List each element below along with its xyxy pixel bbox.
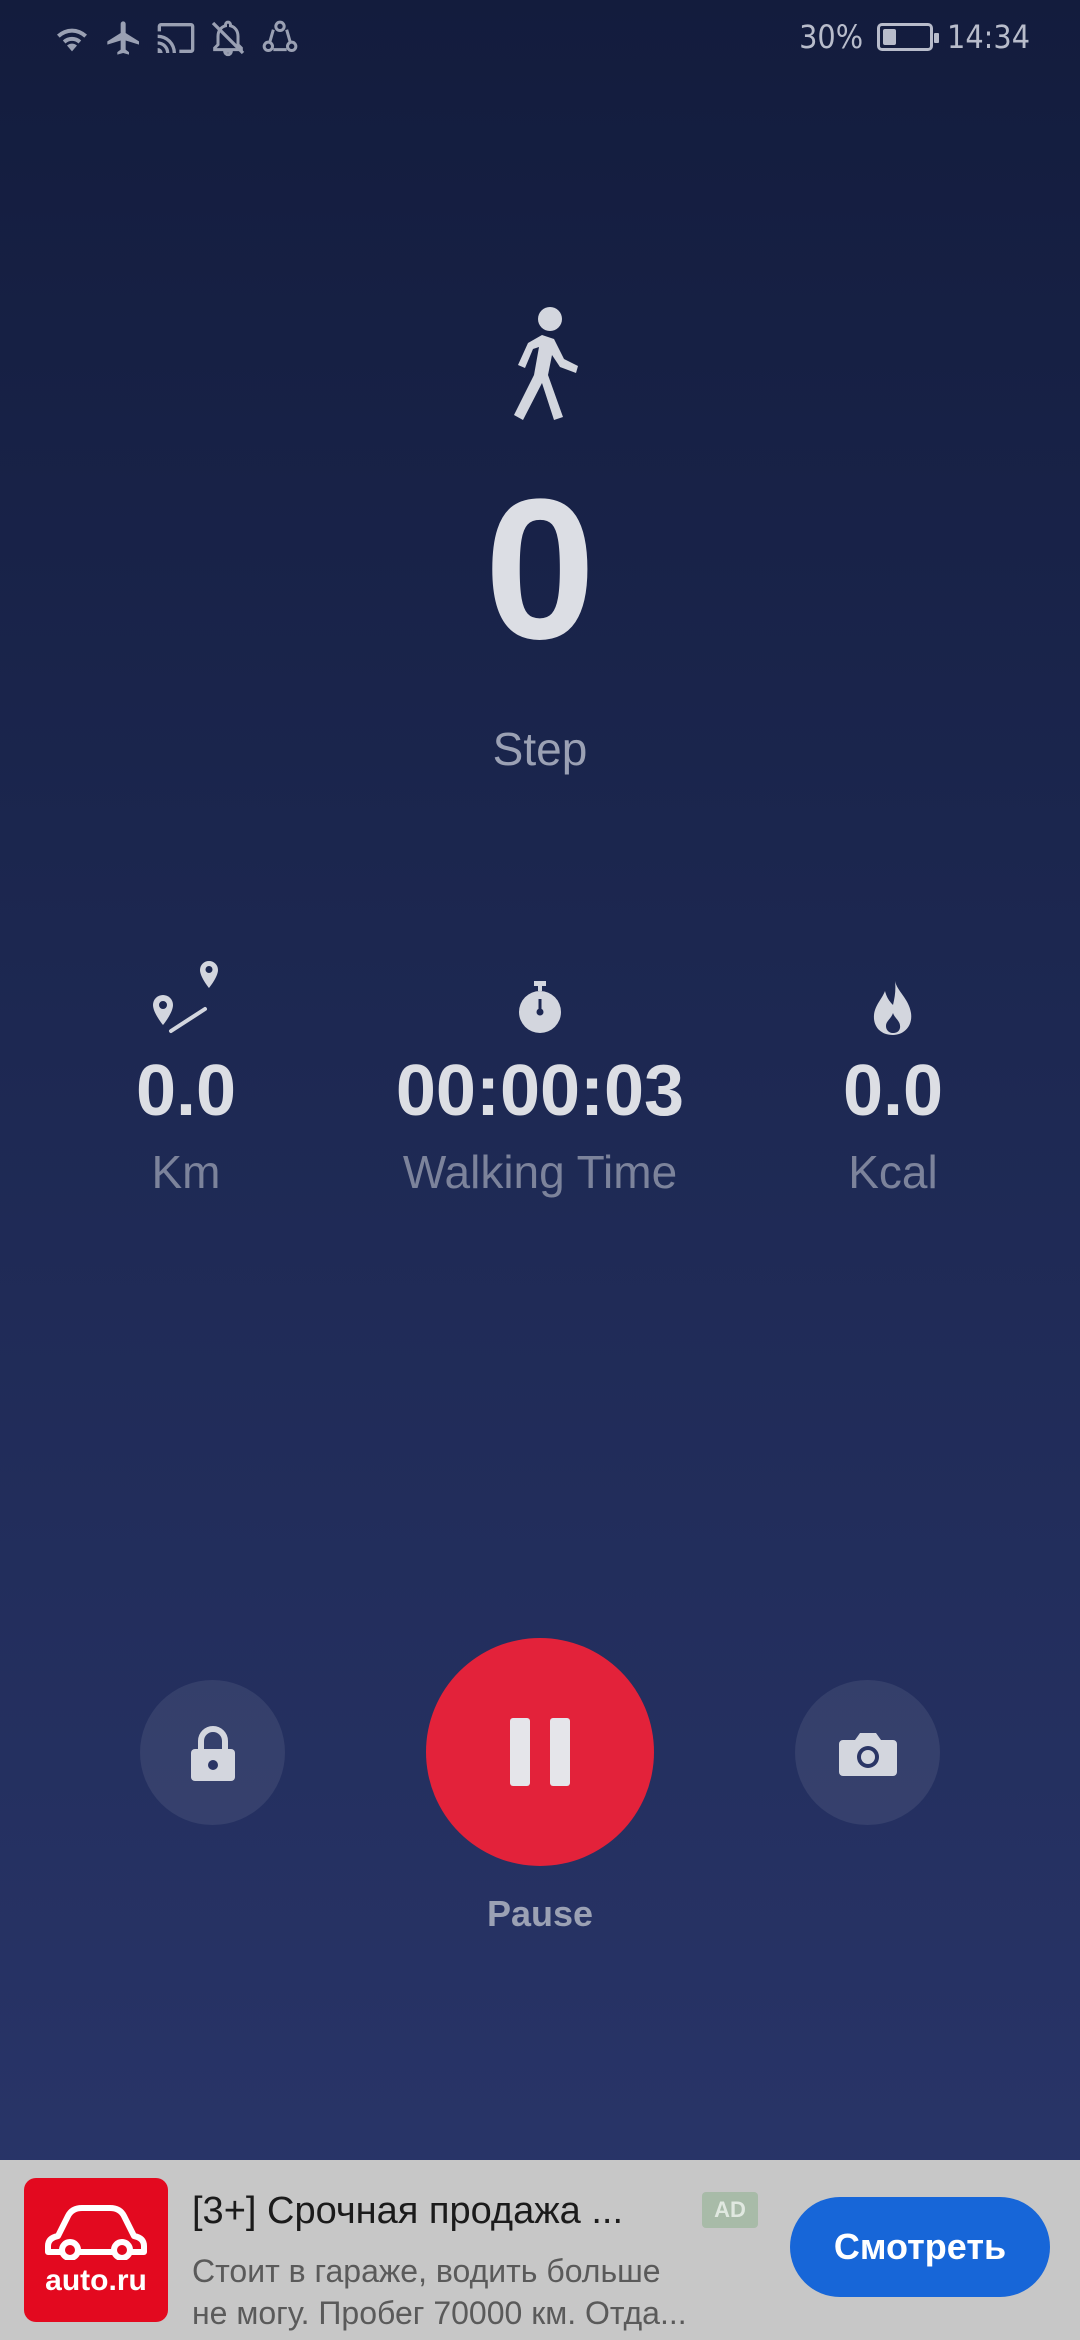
walking-time-label: Walking Time (402, 1146, 678, 1198)
status-icons (52, 18, 300, 58)
ad-title[interactable]: [3+] Срочная продажа ... (192, 2190, 692, 2233)
stat-calories: 0.0 Kcal (713, 955, 1073, 1199)
walker-icon (514, 307, 578, 420)
status-right: 30% 14:34 (799, 18, 1030, 56)
ad-cta-button[interactable]: Смотреть (790, 2197, 1050, 2297)
ad-badge: AD (702, 2192, 758, 2228)
battery-fill (883, 29, 897, 45)
car-icon (45, 2205, 147, 2260)
step-count: 0 (484, 458, 596, 681)
flame-icon (713, 955, 1073, 1035)
ad-description[interactable]: Стоит в гараже, водить больше не могу. П… (192, 2250, 752, 2334)
battery-percent: 30% (799, 18, 864, 56)
ad-description-line-1: Стоит в гараже, водить больше (192, 2253, 661, 2289)
ad-banner[interactable]: auto.ru [3+] Срочная продажа ... AD Стои… (0, 2160, 1080, 2340)
pause-button[interactable] (426, 1638, 654, 1866)
ad-description-line-2: не могу. Пробег 70000 км. Отда... (192, 2295, 687, 2331)
stat-walking-time: 00:00:03 Walking Time (360, 955, 720, 1199)
bell-off-icon (211, 20, 245, 57)
battery-icon (877, 23, 940, 51)
calories-value: 0.0 (842, 1051, 944, 1131)
wifi-icon (57, 28, 87, 52)
route-icon (6, 955, 366, 1035)
stat-distance: 0.0 Km (6, 955, 366, 1199)
lock-button[interactable] (140, 1680, 285, 1825)
pause-icon (510, 1718, 570, 1786)
step-label: Step (492, 723, 588, 775)
clock: 14:34 (947, 18, 1030, 56)
status-bar: 30% 14:34 (0, 0, 1080, 78)
distance-value: 0.0 (135, 1051, 237, 1131)
distance-label: Km (151, 1146, 221, 1198)
calories-label: Kcal (848, 1146, 938, 1198)
pause-label: Pause (486, 1893, 594, 1934)
ad-logo-text: auto.ru (45, 2264, 147, 2297)
cast-icon (157, 23, 195, 53)
camera-button[interactable] (795, 1680, 940, 1825)
camera-icon (838, 1732, 897, 1776)
lock-icon (190, 1725, 235, 1781)
ad-logo[interactable]: auto.ru (24, 2178, 168, 2322)
sync-icon (262, 20, 298, 52)
walking-time-value: 00:00:03 (395, 1051, 685, 1131)
airplane-icon (107, 21, 139, 55)
stopwatch-icon (360, 955, 720, 1035)
